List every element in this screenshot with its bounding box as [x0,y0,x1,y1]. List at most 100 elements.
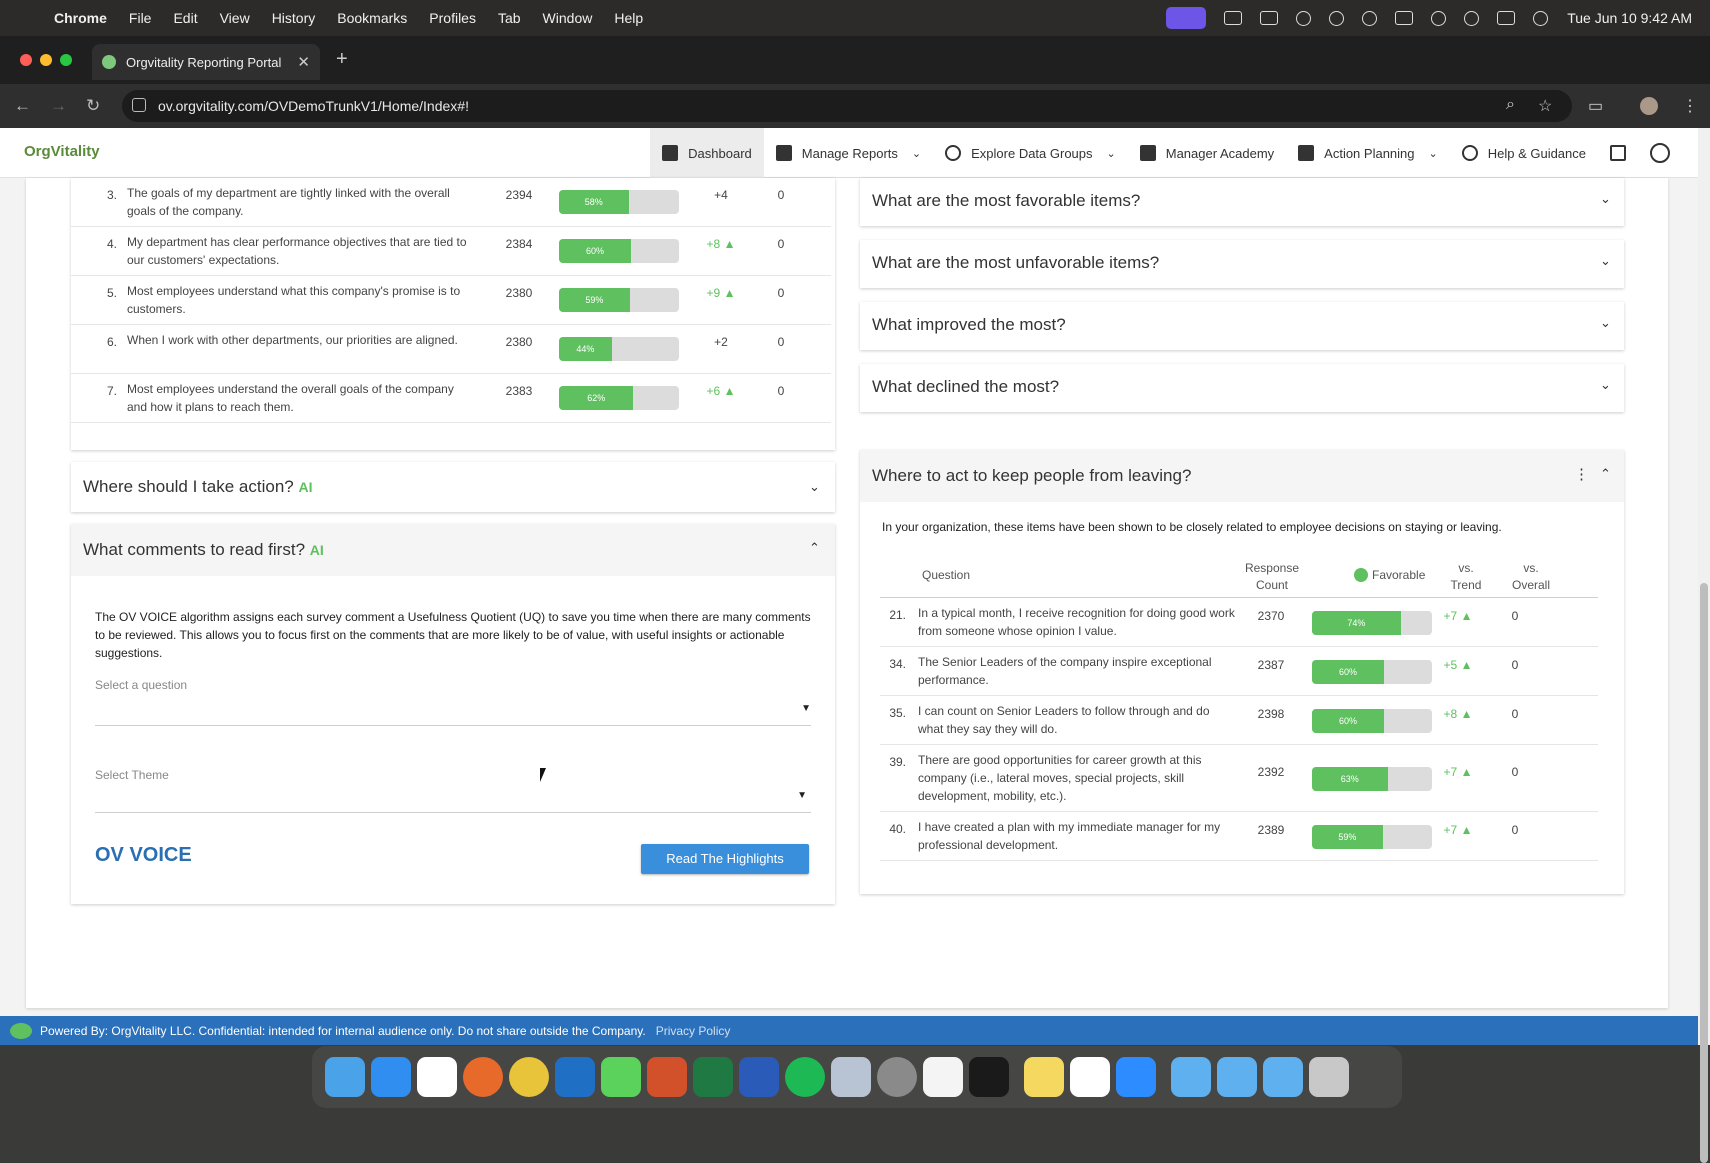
powerpoint-icon[interactable] [647,1057,687,1097]
dropbox-icon[interactable] [1224,11,1243,25]
comments-card-header[interactable]: What comments to read first? AI ⌃ [71,524,835,576]
menu-chrome[interactable]: Chrome [54,10,107,26]
calendar-icon[interactable] [417,1057,457,1097]
privacy-policy-link[interactable]: Privacy Policy [656,1024,731,1038]
chevron-down-icon[interactable]: ⌄ [809,479,820,495]
chevron-down-icon: ⌄ [911,147,922,160]
nav-manage-reports[interactable]: Manage Reports ⌄ [764,128,933,178]
terminal-icon[interactable] [969,1057,1009,1097]
finder-icon[interactable] [325,1057,365,1097]
window-zoom-button[interactable] [60,54,72,66]
status-icon[interactable] [1296,10,1312,26]
back-arrow-icon[interactable]: ← [14,96,31,116]
firefox-icon[interactable] [463,1057,503,1097]
excel-icon[interactable] [693,1057,733,1097]
insight-accordion[interactable]: What are the most favorable items? ⌄ [860,178,1624,226]
header-response-count: Response Count [1242,560,1302,594]
nav-action-planning[interactable]: Action Planning ⌄ [1286,128,1450,178]
system-settings-icon[interactable] [877,1057,917,1097]
action-accordion[interactable]: Where should I take action? AI ⌄ [71,462,835,512]
chevron-down-icon[interactable]: ⌄ [1600,191,1611,207]
downloads-folder-icon[interactable] [1171,1057,1211,1097]
play-icon[interactable] [1329,10,1345,26]
menu-edit[interactable]: Edit [173,10,197,26]
extension-icon[interactable] [1260,11,1279,25]
spotify-icon[interactable] [785,1057,825,1097]
insight-accordion[interactable]: What are the most unfavorable items? ⌄ [860,240,1624,288]
orgvitality-logo[interactable]: OrgVitality [24,143,100,160]
cast-icon[interactable]: ▭ [1588,96,1603,116]
app-store-icon[interactable] [371,1057,411,1097]
chevron-up-icon[interactable]: ⌃ [809,540,820,556]
control-center-icon[interactable] [1497,11,1516,25]
site-info-icon[interactable] [132,98,146,112]
retention-card-header[interactable]: Where to act to keep people from leaving… [860,450,1624,502]
trash-icon[interactable] [1309,1057,1349,1097]
apple-icon[interactable] [18,9,36,27]
zoom-icon[interactable]: ⌕ [1506,96,1515,114]
menubar-clock[interactable]: Tue Jun 10 9:42 AM [1567,10,1692,26]
overall-value: 0 [777,237,785,251]
battery-icon[interactable] [1395,11,1414,25]
preview-icon[interactable] [831,1057,871,1097]
menu-help[interactable]: Help [614,10,643,26]
page-scrollbar[interactable] [1698,128,1710,1163]
nav-manager-academy[interactable]: Manager Academy [1128,128,1286,178]
question-text: I have created a plan with my immediate … [918,820,1221,852]
window-close-button[interactable] [20,54,32,66]
chrome-menu-icon[interactable]: ⋮ [1682,96,1698,116]
select-question-dropdown[interactable]: ▼ [95,689,811,725]
table-row: 34. The Senior Leaders of the company ins… [880,647,1598,696]
siri-icon[interactable] [1533,10,1549,26]
menu-view[interactable]: View [220,10,250,26]
browser-tab[interactable]: Orgvitality Reporting Portal ✕ [92,44,320,80]
outlook-icon[interactable] [555,1057,595,1097]
select-theme-dropdown[interactable]: ▼ [95,780,811,812]
read-highlights-button[interactable]: Read The Highlights [641,844,809,874]
more-vertical-icon[interactable]: ⋮ [1574,465,1589,483]
overall-value: 0 [777,335,785,349]
chevron-down-icon[interactable]: ⌄ [1600,315,1611,331]
folder-icon[interactable] [1263,1057,1303,1097]
nav-help-guidance[interactable]: Help & Guidance [1450,128,1598,178]
menu-history[interactable]: History [272,10,316,26]
freeform-icon[interactable] [923,1057,963,1097]
slack-icon[interactable] [1070,1057,1110,1097]
messages-icon[interactable] [601,1057,641,1097]
nav-user[interactable] [1638,128,1698,178]
word-icon[interactable] [739,1057,779,1097]
new-tab-icon[interactable]: + [336,48,348,71]
menu-window[interactable]: Window [543,10,593,26]
nav-fullscreen[interactable] [1598,128,1638,178]
address-bar[interactable]: ov.orgvitality.com/OVDemoTrunkV1/Home/In… [122,90,1572,122]
menu-profiles[interactable]: Profiles [429,10,476,26]
reload-icon[interactable]: ↻ [86,96,100,116]
chevron-down-icon[interactable]: ⌄ [1600,253,1611,269]
menu-bookmarks[interactable]: Bookmarks [337,10,407,26]
profile-avatar-icon[interactable] [1640,97,1658,115]
tab-close-icon[interactable]: ✕ [297,53,310,71]
nav-dashboard[interactable]: Dashboard [650,128,764,178]
insight-accordion[interactable]: What declined the most? ⌄ [860,364,1624,412]
folder-icon[interactable] [1217,1057,1257,1097]
bookmark-star-icon[interactable]: ☆ [1538,96,1552,116]
chevron-up-icon[interactable]: ⌃ [1600,466,1611,482]
notes-icon[interactable] [1024,1057,1064,1097]
question-number: 35. [889,706,906,720]
ai-badge: AI [309,542,324,558]
chevron-down-icon[interactable]: ⌄ [1600,377,1611,393]
spotlight-search-icon[interactable] [1464,10,1480,26]
forward-arrow-icon[interactable]: → [50,96,67,116]
menu-file[interactable]: File [129,10,152,26]
focus-moon-icon[interactable] [1362,10,1378,26]
chrome-icon[interactable] [509,1057,549,1097]
scrollbar-thumb[interactable] [1700,583,1708,1163]
wifi-icon[interactable] [1431,10,1447,26]
zoom-icon[interactable] [1116,1057,1156,1097]
screen-share-icon[interactable] [1166,7,1207,29]
window-minimize-button[interactable] [40,54,52,66]
insight-accordion[interactable]: What improved the most? ⌄ [860,302,1624,350]
nav-explore-data-groups[interactable]: Explore Data Groups ⌄ [933,128,1128,178]
menu-tab[interactable]: Tab [498,10,521,26]
select-theme-underline [95,812,811,813]
